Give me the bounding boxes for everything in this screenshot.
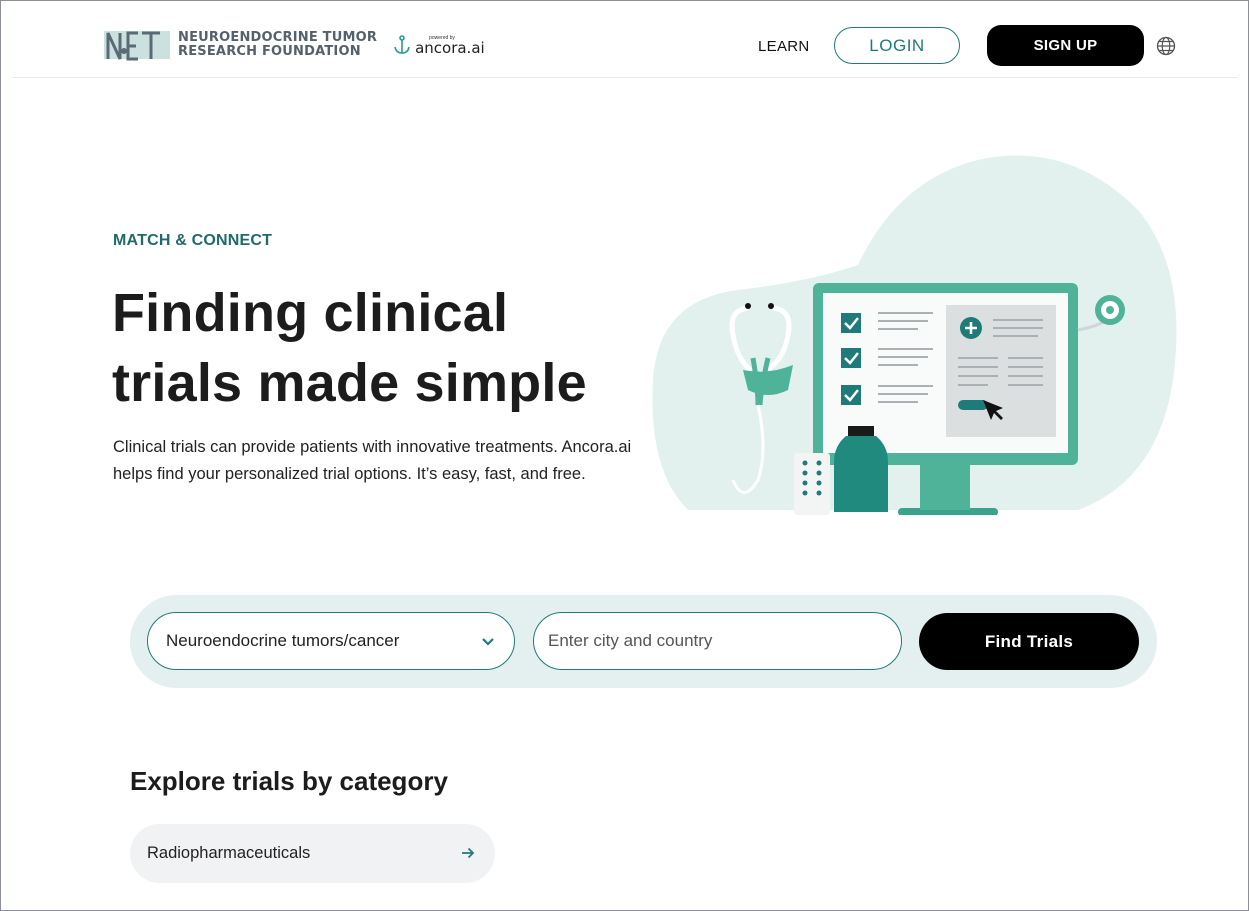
anchor-icon [394, 35, 410, 54]
logo-line-2: RESEARCH FOUNDATION [178, 44, 361, 59]
site-logo[interactable]: NEUROENDOCRINE TUMOR RESEARCH FOUNDATION… [104, 28, 485, 62]
arrow-right-icon [462, 847, 475, 859]
login-button[interactable]: LOGIN [834, 27, 960, 64]
find-trials-button[interactable]: Find Trials [919, 613, 1139, 670]
powered-by: powered by ancora.ai [391, 34, 485, 56]
nav-learn-link[interactable]: LEARN [758, 38, 810, 55]
hero-description: Clinical trials can provide patients wit… [113, 438, 632, 483]
hero-illustration [652, 155, 1177, 515]
signup-button[interactable]: SIGN UP [987, 25, 1144, 66]
hero-title: Finding clinical trials made simple [112, 283, 587, 413]
chevron-down-icon [482, 638, 494, 646]
powered-text: powered by ancora.ai [415, 35, 485, 56]
category-item-label: Radiopharmaceuticals [147, 844, 311, 862]
net-logo-icon [104, 31, 170, 61]
condition-select-value: Neuroendocrine tumors/cancer [166, 631, 400, 650]
powered-by-brand: ancora.ai [415, 38, 485, 57]
site-header: NEUROENDOCRINE TUMOR RESEARCH FOUNDATION… [12, 0, 1237, 78]
logo-line-1: NEUROENDOCRINE TUMOR [178, 30, 378, 45]
logo-text: NEUROENDOCRINE TUMOR RESEARCH FOUNDATION [178, 31, 377, 59]
location-input[interactable] [533, 612, 902, 670]
category-item-radiopharmaceuticals[interactable]: Radiopharmaceuticals [130, 824, 495, 883]
categories-title: Explore trials by category [130, 766, 448, 796]
hero-eyebrow: MATCH & CONNECT [113, 232, 273, 249]
trial-search-bar: Neuroendocrine tumors/cancer Find Trials [130, 595, 1157, 688]
globe-icon[interactable] [1156, 36, 1176, 56]
condition-select[interactable]: Neuroendocrine tumors/cancer [147, 612, 515, 670]
